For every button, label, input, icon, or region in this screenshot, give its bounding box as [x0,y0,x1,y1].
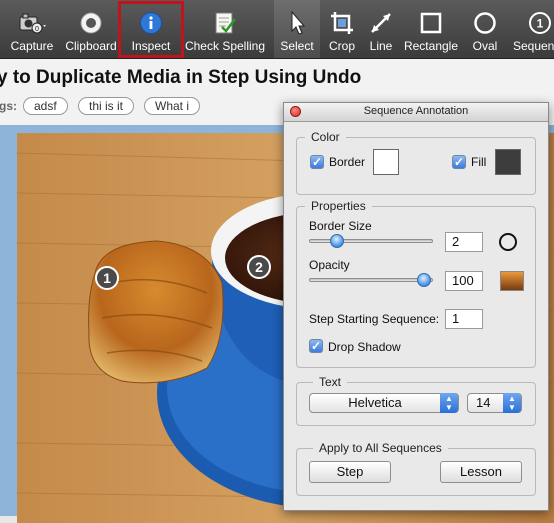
check-spelling-button[interactable]: Check Spelling [184,0,266,58]
step-title[interactable]: y to Duplicate Media in Step Using Undo [0,67,361,89]
sequence-tool-button[interactable]: 1 Sequence [510,0,554,58]
panel-titlebar[interactable]: Sequence Annotation [284,103,548,122]
color-group: Color ✓ Border ✓ Fill [296,130,536,195]
sequence-annotation-panel: Sequence Annotation Color ✓ Border ✓ Fil… [283,102,549,511]
line-icon [368,8,394,38]
spellcheck-icon [212,8,238,38]
border-size-slider-knob[interactable] [330,234,344,248]
border-label: Border [329,155,366,169]
font-family-select[interactable]: Helvetica ▲ ▼ [309,393,459,413]
step-starting-sequence-field[interactable]: 1 [445,309,483,329]
svg-text:1: 1 [537,17,544,31]
tag-pill[interactable]: adsf [23,97,68,115]
main-toolbar: 0 Capture Clipboard Inspect Check Spelli… [0,0,554,59]
properties-group-label: Properties [305,199,372,213]
rectangle-label: Rectangle [403,39,459,53]
sequence-marker[interactable]: 2 [247,255,271,279]
font-family-value: Helvetica [348,395,402,410]
check-spelling-label: Check Spelling [184,39,266,53]
oval-icon [473,8,497,38]
rectangle-icon [419,8,443,38]
record-icon [79,8,103,38]
select-tool-button[interactable]: Select [274,0,320,58]
crop-tool-button[interactable]: Crop [322,0,362,58]
capture-button[interactable]: 0 Capture [4,0,60,58]
tags-label: gs: [0,99,17,113]
svg-text:0: 0 [35,26,39,33]
sequence-label: Sequence [512,39,554,53]
rectangle-tool-button[interactable]: Rectangle [402,0,460,58]
sequence-icon: 1 [528,8,552,38]
tag-pill[interactable]: What i [144,97,201,115]
clipboard-button[interactable]: Clipboard [62,0,120,58]
apply-step-button[interactable]: Step [309,461,391,483]
image-thumbnail-icon [500,271,524,291]
line-tool-button[interactable]: Line [364,0,398,58]
border-size-field[interactable]: 2 [445,232,483,252]
sequence-marker[interactable]: 1 [95,266,119,290]
capture-label: Capture [10,39,54,53]
apply-lesson-button[interactable]: Lesson [440,461,522,483]
drop-shadow-label: Drop Shadow [328,340,401,354]
select-label: Select [280,39,314,53]
drop-shadow-checkbox[interactable]: ✓ [309,339,323,353]
color-group-label: Color [305,130,346,144]
fill-checkbox[interactable]: ✓ [452,155,466,169]
inspect-highlight-box [118,1,184,58]
border-checkbox[interactable]: ✓ [310,155,324,169]
oval-label: Oval [472,39,498,53]
crop-icon [329,8,355,38]
border-size-label: Border Size [309,219,372,233]
properties-group: Properties Border Size 2 Opacity 100 Ste… [296,199,536,368]
crop-label: Crop [328,39,355,53]
opacity-field[interactable]: 100 [445,271,483,291]
opacity-label: Opacity [309,258,350,272]
apply-group: Apply to All Sequences Step Lesson [296,441,536,496]
fill-label: Fill [471,155,487,169]
border-preview-circle-icon [499,233,517,251]
tag-pill[interactable]: thi is it [78,97,135,115]
opacity-slider-track[interactable] [309,278,433,282]
apply-group-label: Apply to All Sequences [313,441,448,455]
opacity-slider-knob[interactable] [417,273,431,287]
border-color-swatch[interactable] [373,149,399,175]
step-starting-sequence-label: Step Starting Sequence: [309,312,440,326]
border-size-slider-track[interactable] [309,239,433,243]
clipboard-label: Clipboard [65,39,117,53]
camera-icon: 0 [17,8,47,38]
panel-title: Sequence Annotation [363,105,469,117]
fill-color-swatch[interactable] [495,149,521,175]
line-label: Line [369,39,393,53]
select-arrows-icon: ▲ ▼ [503,393,521,413]
font-size-value: 14 [476,395,491,410]
font-size-select[interactable]: 14 ▲ ▼ [467,393,522,413]
select-arrows-icon: ▲ ▼ [440,393,458,413]
oval-tool-button[interactable]: Oval [466,0,504,58]
text-group: Text Helvetica ▲ ▼ 14 ▲ ▼ [296,375,536,426]
text-group-label: Text [313,375,348,389]
arrow-pointer-icon [287,8,307,38]
